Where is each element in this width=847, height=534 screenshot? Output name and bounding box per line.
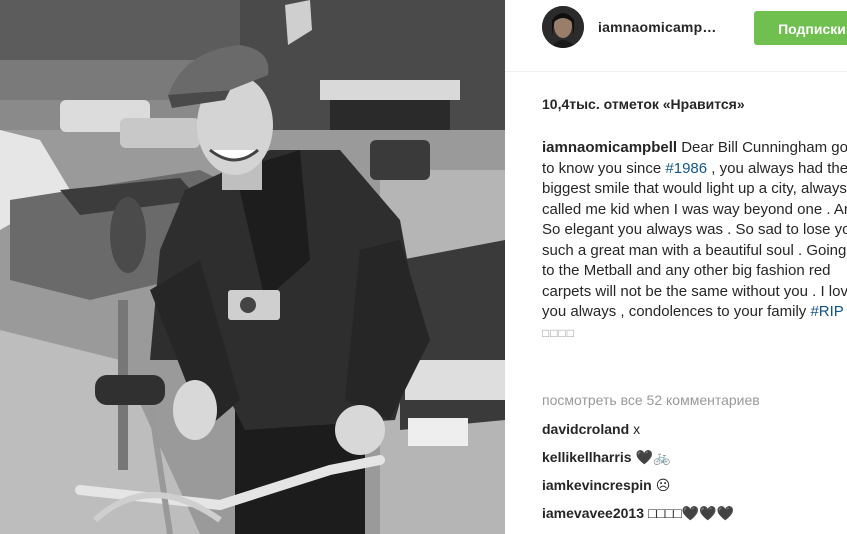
comment-username[interactable]: iamevavee2013 — [542, 505, 644, 521]
hashtag-rip[interactable]: #RIP — [810, 303, 843, 320]
comment-item: iamkevincrespin ☹ — [542, 477, 670, 494]
comment-item: kellikellharris 🖤🚲 — [542, 449, 670, 466]
comment-username[interactable]: kellikellharris — [542, 449, 632, 465]
comment-text: 🖤🚲 — [635, 449, 671, 465]
follow-button[interactable]: Подписки — [754, 11, 847, 45]
hashtag-1986[interactable]: #1986 — [665, 160, 707, 177]
profile-avatar-icon[interactable] — [542, 6, 584, 48]
photo-illustration — [0, 0, 505, 534]
comment-text: □□□□🖤🖤🖤 — [648, 505, 735, 521]
post-sidebar: iamnaomicamp… Подписки 10,4тыс. отметок … — [505, 0, 847, 534]
post-photo[interactable] — [0, 0, 505, 534]
comment-item: iamevavee2013 □□□□🖤🖤🖤 — [542, 505, 734, 522]
comment-item: davidcroland x — [542, 421, 640, 437]
avatar-image — [542, 6, 584, 48]
header-username[interactable]: iamnaomicamp… — [598, 19, 717, 35]
caption-username[interactable]: iamnaomicampbell — [542, 139, 677, 156]
comment-text: ☹ — [655, 477, 671, 493]
likes-count[interactable]: 10,4тыс. отметок «Нравится» — [542, 96, 745, 112]
comment-username[interactable]: iamkevincrespin — [542, 477, 652, 493]
view-all-comments-link[interactable]: посмотреть все 52 комментариев — [542, 392, 760, 408]
caption-text-part-2: , you always had the biggest smile that … — [542, 159, 847, 321]
post-header: iamnaomicamp… Подписки — [505, 0, 847, 72]
post-caption: iamnaomicampbell Dear Bill Cunningham go… — [542, 138, 847, 343]
comment-text: x — [633, 421, 641, 437]
caption-emoji-placeholder: □□□□ — [542, 325, 575, 340]
comment-username[interactable]: davidcroland — [542, 421, 629, 437]
